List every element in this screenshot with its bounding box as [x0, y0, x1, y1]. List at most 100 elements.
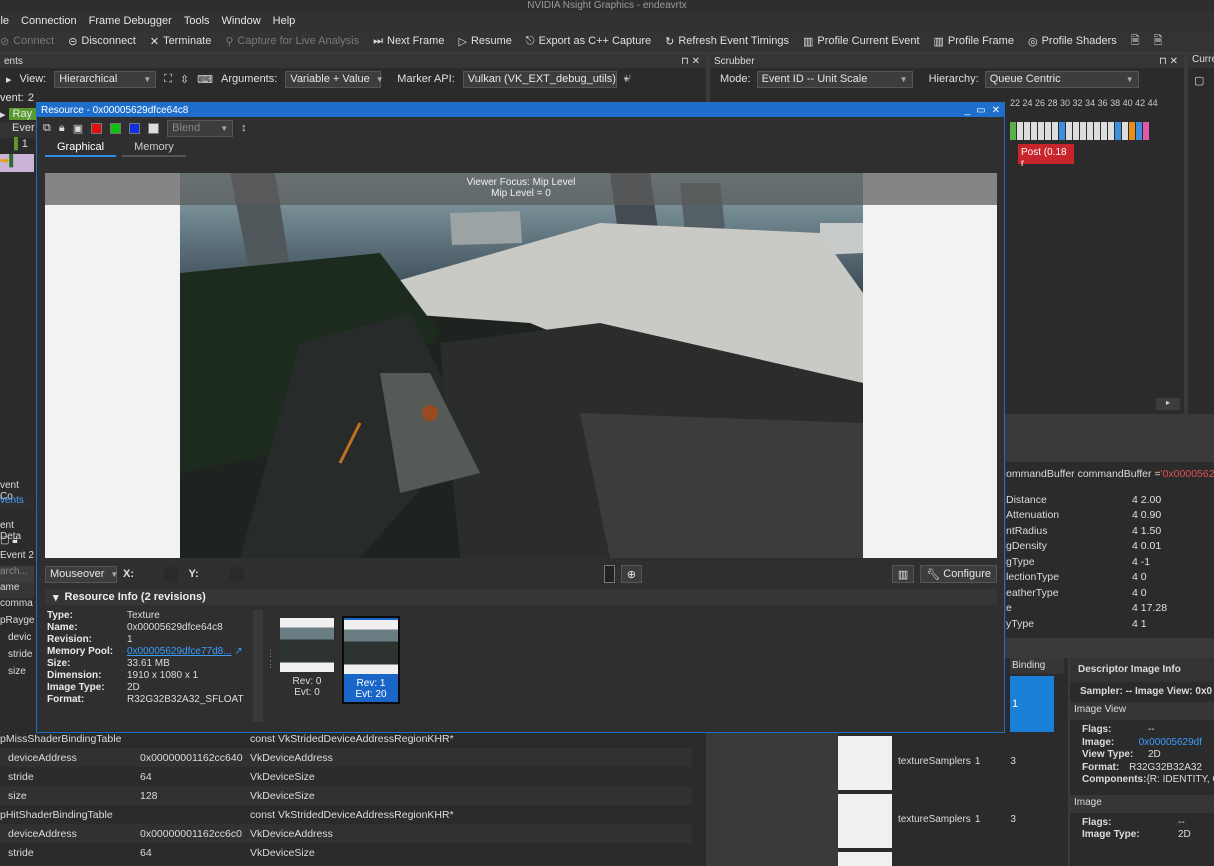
- capture-live-button[interactable]: ⚲ Capture for Live Analysis: [225, 35, 359, 48]
- export-cpp-button[interactable]: ⎋ Export as C++ Capture: [526, 35, 651, 48]
- event-row-selected[interactable]: ➡▌: [0, 154, 34, 172]
- param-value: 4 -1: [1132, 555, 1151, 568]
- param-row[interactable]: lectionType 4 0: [1006, 570, 1214, 586]
- event-value: 2: [27, 92, 34, 104]
- param-value: 4 0.01: [1132, 540, 1162, 553]
- mouseover-select[interactable]: Mouseover ▼: [45, 565, 118, 583]
- binding-selected-cell[interactable]: 1: [1010, 676, 1054, 732]
- copy-icon[interactable]: ▢: [0, 535, 9, 546]
- menu-tools[interactable]: Tools: [184, 15, 210, 27]
- document-button[interactable]: 🗎: [1131, 32, 1140, 51]
- refresh-icon: ↻: [665, 35, 675, 48]
- copy-icon[interactable]: ⧉: [43, 122, 51, 135]
- param-row[interactable]: gType 4 -1: [1006, 554, 1214, 570]
- revision-1-thumbnail[interactable]: Rev: 1 Evt: 20: [342, 616, 400, 704]
- arguments-select[interactable]: Variable + Value ▼: [285, 70, 384, 88]
- table-row[interactable]: stride 64 VkDeviceSize: [0, 767, 692, 786]
- memory-pool-link[interactable]: 0x00005629dfce77d8...: [127, 646, 232, 657]
- param-value: 4 17.28: [1132, 602, 1168, 615]
- search-field[interactable]: arch...: [0, 566, 34, 582]
- param-row[interactable]: eatherType 4 0: [1006, 585, 1214, 601]
- export-cpp-label: Export as C++ Capture: [538, 35, 652, 47]
- mode-select[interactable]: Event ID -- Unit Scale ▼: [756, 70, 913, 88]
- alpha-channel-toggle[interactable]: [148, 122, 160, 134]
- close-icon: ✕: [149, 35, 160, 48]
- maximize-icon[interactable]: ▭: [976, 105, 985, 116]
- save-icon[interactable]: ▣: [73, 122, 83, 135]
- param-row[interactable]: Distance 4 2.00: [1006, 492, 1214, 508]
- keyboard-icon[interactable]: ⌨: [197, 73, 213, 86]
- histogram-button[interactable]: ▥: [891, 565, 915, 583]
- menu-connection[interactable]: Connection: [21, 15, 77, 27]
- vertical-resize-icon[interactable]: ↕: [241, 122, 247, 134]
- splitter-handle[interactable]: ⋮ ⋮: [266, 648, 275, 670]
- texture-row[interactable]: textureSamplers 1 3: [898, 756, 1016, 767]
- y-field[interactable]: [228, 567, 245, 581]
- terminate-button[interactable]: ✕ Terminate: [150, 35, 212, 48]
- event-label: vent:: [0, 92, 24, 104]
- profile-frame-button[interactable]: ▥ Profile Frame: [934, 35, 1014, 48]
- texture-viewer[interactable]: Viewer Focus: Mip Level Mip Level = 0: [45, 173, 997, 558]
- table-row[interactable]: deviceAddress 0x00000001162cc640 VkDeviceA…: [0, 748, 692, 767]
- menu-window[interactable]: Window: [222, 15, 261, 27]
- copy-icon[interactable]: ▢: [1188, 68, 1214, 93]
- revision-0-thumbnail[interactable]: Rev: 0 Evt: 0: [278, 616, 336, 704]
- panel-controls[interactable]: ⊓ ✕: [681, 56, 706, 67]
- resource-window-titlebar[interactable]: Resource - 0x00005629dfce64c8 _ ▭ ✕: [37, 103, 1004, 117]
- blue-channel-toggle[interactable]: [129, 122, 141, 134]
- next-frame-button[interactable]: ⏭ Next Frame: [373, 35, 444, 48]
- table-row[interactable]: pHitShaderBindingTable const VkStridedDev…: [0, 805, 692, 824]
- param-row[interactable]: ntRadius 4 1.50: [1006, 523, 1214, 539]
- panel-controls[interactable]: ⊓ ✕: [1159, 56, 1184, 67]
- table-row[interactable]: size 128 VkDeviceSize: [0, 786, 692, 805]
- ray-button[interactable]: Ray: [8, 108, 37, 120]
- menu-file[interactable]: ile: [0, 15, 9, 27]
- tab-graphical[interactable]: Graphical: [45, 139, 117, 157]
- expand-icon[interactable]: ⛶: [164, 73, 172, 86]
- minimize-icon[interactable]: _: [965, 105, 971, 116]
- lock-icon[interactable]: 🔒︎: [59, 122, 65, 135]
- disconnect-icon: ⊝: [68, 35, 78, 48]
- scrubber-bars[interactable]: [1010, 122, 1150, 140]
- main-toolbar: ⊘ Connect ⊝ Disconnect ✕ Terminate ⚲ Capture…: [0, 30, 1214, 52]
- x-field[interactable]: [164, 567, 179, 581]
- param-name: e: [1006, 602, 1012, 615]
- connect-button[interactable]: ⊘ Connect: [0, 35, 54, 48]
- hierarchy-select[interactable]: Queue Centric ▼: [984, 70, 1139, 88]
- events-tab[interactable]: vents: [0, 495, 34, 510]
- refresh-timings-button[interactable]: ↻ Refresh Event Timings: [665, 35, 789, 48]
- menu-frame-debugger[interactable]: Frame Debugger: [89, 15, 172, 27]
- view-label: View:: [19, 73, 47, 85]
- view-select[interactable]: Hierarchical ▼: [54, 70, 157, 88]
- image-header: Image: [1070, 794, 1214, 813]
- param-row[interactable]: Attenuation 4 0.90: [1006, 508, 1214, 524]
- disconnect-button[interactable]: ⊝ Disconnect: [68, 35, 136, 48]
- close-icon[interactable]: ✕: [992, 105, 1000, 116]
- profile-event-button[interactable]: ▥ Profile Current Event: [803, 35, 920, 48]
- param-row[interactable]: e 4 17.28: [1006, 601, 1214, 617]
- resource-info-header[interactable]: ▾ Resource Info (2 revisions): [45, 589, 997, 605]
- resume-button[interactable]: ▷ Resume: [458, 35, 511, 48]
- table-row[interactable]: deviceAddress 0x00000001162cc6c0 VkDeviceA…: [0, 824, 692, 843]
- green-channel-toggle[interactable]: [110, 122, 122, 134]
- marker-select[interactable]: Vulkan (VK_EXT_debug_utils) ▼: [462, 70, 630, 88]
- param-row[interactable]: yType 4 1: [1006, 616, 1214, 632]
- red-channel-toggle[interactable]: [91, 122, 103, 134]
- collapse-icon[interactable]: ⇳: [180, 73, 189, 86]
- param-row[interactable]: gDensity 4 0.01: [1006, 539, 1214, 555]
- profile-shaders-button[interactable]: ◎ Profile Shaders: [1028, 35, 1117, 48]
- post-event-bar[interactable]: Post (0.18 r: [1018, 144, 1074, 169]
- document2-button[interactable]: 🗎: [1154, 32, 1163, 51]
- blend-select[interactable]: Blend ▼: [167, 119, 234, 137]
- configure-button[interactable]: 🔧︎ Configure: [920, 565, 997, 583]
- properties-scrollbar[interactable]: [253, 610, 263, 722]
- table-row[interactable]: stride 64 VkDeviceSize: [0, 843, 692, 862]
- target-button[interactable]: ⊕: [620, 565, 642, 583]
- menu-help[interactable]: Help: [273, 15, 296, 27]
- scroll-right-arrow[interactable]: ▸: [1156, 398, 1180, 410]
- texture-row[interactable]: textureSamplers 1 3: [898, 814, 1016, 825]
- graph-icon[interactable]: ⑂: [625, 73, 632, 85]
- lock-icon[interactable]: 🔒︎: [12, 535, 17, 546]
- image-link[interactable]: 0x00005629df: [1139, 737, 1202, 750]
- tab-memory[interactable]: Memory: [122, 139, 186, 157]
